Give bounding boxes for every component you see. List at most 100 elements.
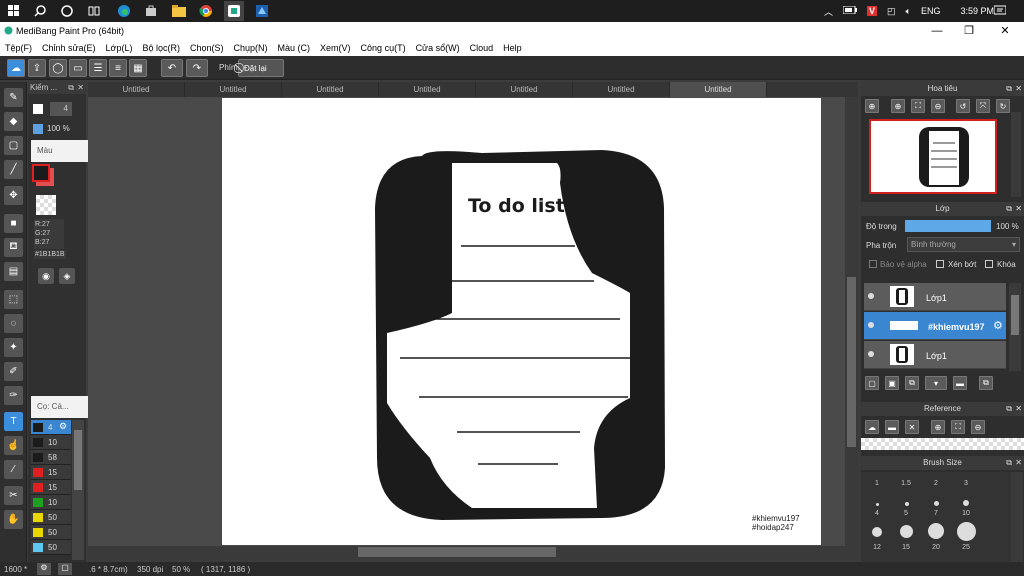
zoom-in-icon[interactable]: ⊕ [865,99,879,113]
status-page-icon[interactable]: ▢ [58,563,72,575]
brush-size-1-5[interactable]: 1.5 [894,480,918,487]
brush-list-item[interactable]: 50 [31,540,71,555]
reference-fit-icon[interactable]: ⛶ [951,420,965,434]
new-halftone-layer-icon[interactable]: ▣ [885,376,899,390]
popout-icon[interactable]: ⧉ [68,82,74,94]
minimize-button[interactable]: — [930,24,944,38]
tab-untitled-2[interactable]: Untitled [185,82,282,97]
rotate-right-icon[interactable]: ↻ [996,99,1010,113]
brush-size-1[interactable]: 1 [865,480,889,487]
gear-icon[interactable]: ⚙ [59,421,67,432]
popout-icon[interactable]: ⧉ [1006,402,1012,416]
close-button[interactable]: ✕ [998,24,1012,38]
brush-list-item[interactable]: 15 [31,465,71,480]
text-tool-icon[interactable]: T [4,412,23,431]
zoom-in-alt-icon[interactable]: ⊕ [891,99,905,113]
eyedropper-tool-icon[interactable]: ⁄ [4,460,23,479]
color-set-icon[interactable]: ◈ [59,268,75,284]
magic-wand-tool-icon[interactable]: ✦ [4,338,23,357]
maximize-button[interactable]: ❐ [962,24,976,38]
brush-size-2[interactable]: 2 [924,480,948,487]
menu-help[interactable]: Help [498,43,527,53]
network-icon[interactable]: ◰ [887,6,896,17]
brush-size-5[interactable]: 5 [894,510,918,517]
brush-size-25[interactable]: 25 [954,544,978,551]
menu-window[interactable]: Cửa sổ(W) [411,43,465,53]
canvas-paper[interactable]: To do list #khiemvu197 #hoidap247 [222,98,821,545]
cortana-icon[interactable] [59,3,75,19]
fit-icon[interactable]: ⛶ [911,99,925,113]
line-tool-icon[interactable]: ╱ [4,160,23,179]
reference-view[interactable] [861,438,1024,450]
popout-icon[interactable]: ⧉ [1006,82,1012,96]
menu-cloud[interactable]: Cloud [465,43,499,53]
windows-start-icon[interactable] [6,3,22,19]
folder-icon[interactable]: ▬ [953,376,967,390]
select-rect-tool-icon[interactable]: ⬚ [4,290,23,309]
canvas-vertical-scrollbar[interactable] [845,97,858,546]
brush-list-item[interactable]: 4 ⚙ [31,420,71,435]
status-settings-icon[interactable]: ⚙ [37,563,51,575]
panel-close-icon[interactable]: ✕ [1015,456,1022,470]
palette-icon[interactable]: ◉ [38,268,54,284]
close-reference-icon[interactable]: ✕ [905,420,919,434]
file-explorer-icon[interactable] [171,3,187,19]
menu-select[interactable]: Chọn(S) [185,43,229,53]
gear-icon[interactable]: ⚙ [993,319,1003,332]
search-icon[interactable] [32,3,48,19]
layer-row[interactable]: Lớp1 [864,283,1006,311]
protect-alpha-checkbox[interactable] [869,260,877,268]
bucket-tool-icon[interactable]: ⛾ [4,238,23,257]
canvas-horizontal-scrollbar[interactable] [88,546,858,558]
gradient-tool-icon[interactable]: ▤ [4,262,23,281]
divide-tool-icon[interactable]: ✂ [4,486,23,505]
reference-zoom-out-icon[interactable]: ⊖ [971,420,985,434]
layer-list-scrollbar[interactable] [1009,283,1021,371]
eye-icon[interactable] [868,322,874,328]
fill-rect-tool-icon[interactable]: ■ [4,214,23,233]
eraser-tool-icon[interactable]: ◆ [4,112,23,131]
redo-icon[interactable]: ↷ [186,59,208,77]
menu-view[interactable]: Xem(V) [315,43,356,53]
clock[interactable]: 3:59 PM [960,6,994,16]
tab-untitled-5[interactable]: Untitled [476,82,573,97]
brush-size-15[interactable]: 15 [894,544,918,551]
menu-tools[interactable]: Công cụ(T) [356,43,411,53]
page-icon[interactable]: ☰ [89,59,107,77]
popout-icon[interactable]: ⧉ [1006,456,1012,470]
list-icon[interactable]: ≡ [109,59,127,77]
task-view-icon[interactable] [86,3,102,19]
brush-list-item[interactable]: 10 [31,435,71,450]
brush-size-20[interactable]: 20 [924,544,948,551]
notification-icon[interactable] [992,3,1008,19]
new-layer-icon[interactable]: ▢ [865,376,879,390]
vivaldi-tray-icon[interactable]: V [867,6,878,16]
brush-tool-icon[interactable]: ✎ [4,88,23,107]
brush-size-scrollbar[interactable] [1011,472,1023,562]
layer-row-selected[interactable]: #khiemvu197 ⚙ [864,312,1006,340]
brush-size-4[interactable]: 4 [865,510,889,517]
brush-list-item[interactable]: 58 [31,450,71,465]
navigator-scrollbar[interactable] [1011,112,1021,197]
brush-size-12[interactable]: 12 [865,544,889,551]
app-taskbar-icon[interactable] [254,3,270,19]
reset-snap-button[interactable]: ⃠ Đặt lại [238,59,284,77]
battery-icon[interactable] [842,5,858,16]
zoom-out-icon[interactable]: ⊖ [931,99,945,113]
reference-zoom-in-icon[interactable]: ⊕ [931,420,945,434]
blend-mode-select[interactable]: Bình thường ▾ [907,237,1020,252]
brush-list-item[interactable]: 50 [31,525,71,540]
brush-list-item[interactable]: 50 [31,510,71,525]
dot-tool-icon[interactable]: ▢ [4,136,23,155]
select-eraser-tool-icon[interactable]: ✑ [4,386,23,405]
undo-icon[interactable]: ↶ [161,59,183,77]
lasso-tool-icon[interactable]: ◌ [4,314,23,333]
foreground-color-swatch[interactable] [32,164,50,182]
layer-opacity-slider[interactable] [905,220,991,232]
eye-icon[interactable] [868,293,874,299]
chat-icon[interactable]: ▭ [69,59,87,77]
chrome-icon[interactable] [198,3,214,19]
brush-size-10[interactable]: 10 [954,510,978,517]
brush-list-item[interactable]: 10 [31,495,71,510]
language-indicator[interactable]: ENG [921,6,941,16]
